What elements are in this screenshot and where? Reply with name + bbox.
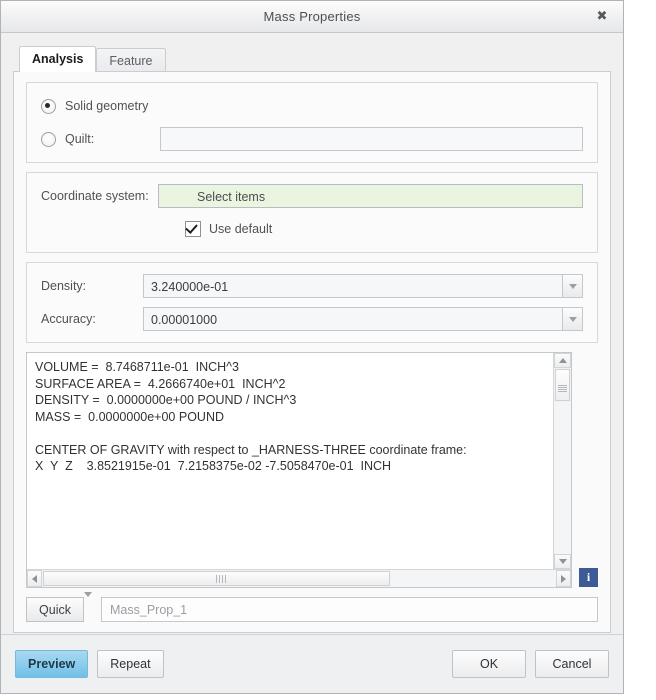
- coordinate-system-select-input[interactable]: Select items: [158, 184, 583, 208]
- chevron-down-icon: [84, 592, 92, 614]
- quilt-input[interactable]: [160, 127, 583, 151]
- quick-button[interactable]: Quick: [26, 597, 84, 622]
- chevron-down-icon: [568, 283, 577, 289]
- density-row: Density: 3.240000e-01: [41, 273, 583, 299]
- close-icon[interactable]: ✖: [589, 1, 615, 32]
- analysis-tab-panel: Solid geometry Quilt: Coordinate system:…: [13, 71, 611, 633]
- vertical-scroll-track[interactable]: [554, 402, 571, 554]
- analysis-name-input[interactable]: Mass_Prop_1: [101, 597, 598, 622]
- preview-button[interactable]: Preview: [15, 650, 89, 678]
- chevron-down-icon: [568, 316, 577, 322]
- tab-feature[interactable]: Feature: [96, 48, 166, 73]
- scroll-right-button[interactable]: [556, 570, 571, 587]
- use-default-checkbox[interactable]: [185, 221, 201, 237]
- ok-button[interactable]: OK: [452, 650, 526, 678]
- use-default-row[interactable]: Use default: [41, 216, 583, 242]
- window-title: Mass Properties: [263, 9, 361, 24]
- solid-geometry-row[interactable]: Solid geometry: [41, 93, 583, 119]
- accuracy-combo[interactable]: 0.00001000: [143, 307, 583, 331]
- vertical-scroll-thumb[interactable]: [555, 369, 570, 401]
- results-box: VOLUME = 8.7468711e-01 INCH^3 SURFACE AR…: [26, 352, 572, 588]
- quilt-row[interactable]: Quilt:: [41, 126, 583, 152]
- scroll-up-button[interactable]: [554, 353, 571, 368]
- quick-combo[interactable]: Quick: [26, 592, 92, 622]
- dialog-body: Analysis Feature Solid geometry Quilt: C…: [1, 33, 623, 634]
- dialog-footer: Preview Repeat OK Cancel: [1, 634, 623, 693]
- horizontal-scroll-track[interactable]: [391, 570, 556, 587]
- quilt-label: Quilt:: [65, 132, 95, 146]
- accuracy-input[interactable]: 0.00001000: [143, 307, 562, 331]
- parameters-group: Density: 3.240000e-01 Accuracy: 0.000010…: [26, 262, 598, 343]
- density-dropdown-button[interactable]: [562, 274, 583, 298]
- tab-strip: Analysis Feature: [13, 45, 611, 73]
- repeat-button[interactable]: Repeat: [97, 650, 164, 678]
- cancel-button[interactable]: Cancel: [535, 650, 609, 678]
- geometry-group: Solid geometry Quilt:: [26, 82, 598, 163]
- solid-geometry-radio[interactable]: [41, 98, 56, 114]
- tab-analysis[interactable]: Analysis: [19, 46, 97, 72]
- triangle-down-icon: [558, 559, 567, 564]
- name-row: Quick Mass_Prop_1: [26, 592, 598, 622]
- coordinate-system-label: Coordinate system:: [41, 189, 149, 203]
- horizontal-scroll-thumb[interactable]: [43, 571, 390, 586]
- triangle-up-icon: [558, 358, 567, 363]
- accuracy-label: Accuracy:: [41, 312, 96, 326]
- scroll-down-button[interactable]: [554, 554, 571, 569]
- density-label: Density:: [41, 279, 87, 293]
- results-text[interactable]: VOLUME = 8.7468711e-01 INCH^3 SURFACE AR…: [27, 353, 553, 569]
- accuracy-row: Accuracy: 0.00001000: [41, 306, 583, 332]
- coordinate-system-row: Coordinate system: Select items: [41, 183, 583, 209]
- density-combo[interactable]: 3.240000e-01: [143, 274, 583, 298]
- density-input[interactable]: 3.240000e-01: [143, 274, 562, 298]
- grip-icon: [558, 384, 567, 386]
- results-horizontal-scrollbar[interactable]: [27, 569, 571, 587]
- info-icon[interactable]: i: [579, 568, 598, 587]
- triangle-right-icon: [561, 574, 566, 583]
- title-bar: Mass Properties ✖: [1, 1, 623, 33]
- scroll-left-button[interactable]: [27, 570, 42, 587]
- quilt-radio[interactable]: [41, 131, 56, 147]
- use-default-label: Use default: [209, 222, 273, 236]
- mass-properties-dialog: Mass Properties ✖ Analysis Feature Solid…: [0, 0, 624, 694]
- solid-geometry-label: Solid geometry: [65, 99, 149, 113]
- results-area: VOLUME = 8.7468711e-01 INCH^3 SURFACE AR…: [26, 352, 598, 588]
- triangle-left-icon: [32, 574, 37, 583]
- accuracy-dropdown-button[interactable]: [562, 307, 583, 331]
- coordinate-system-group: Coordinate system: Select items Use defa…: [26, 172, 598, 253]
- results-vertical-scrollbar[interactable]: [553, 353, 571, 569]
- grip-icon: [216, 574, 217, 583]
- quick-dropdown-button[interactable]: [84, 592, 92, 622]
